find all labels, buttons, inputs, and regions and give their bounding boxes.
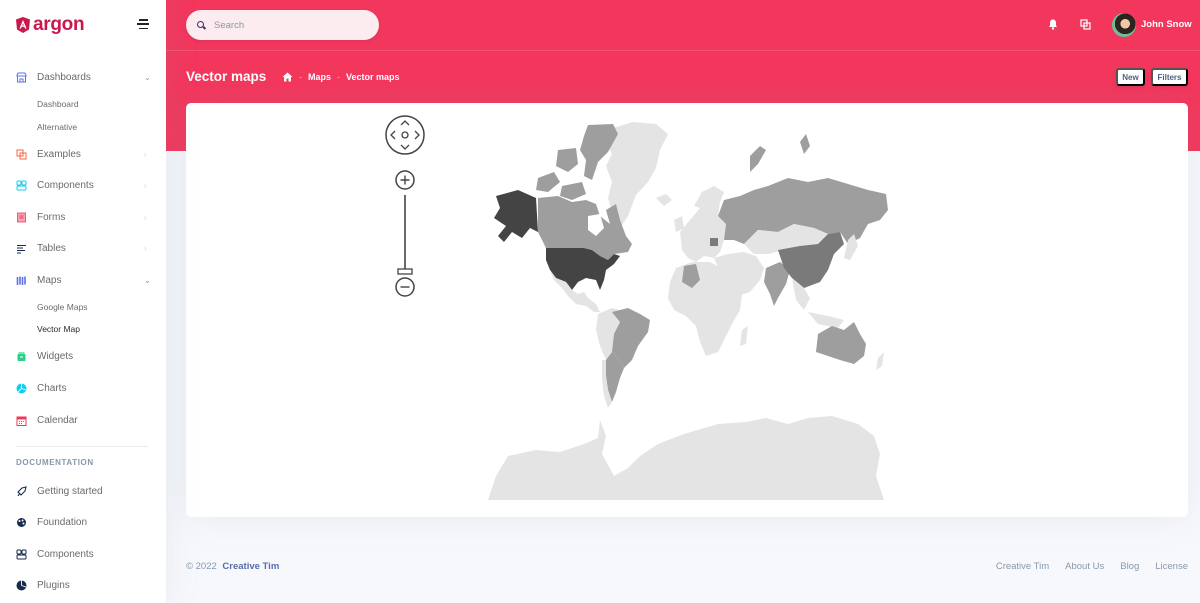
sidenav-toggle[interactable] [137,19,150,29]
sidebar-item-label: Components [37,179,94,191]
sidebar-item-label: Maps [37,274,62,286]
spaceship-icon [16,485,27,497]
new-button[interactable]: New [1116,68,1145,86]
page-title: Vector maps [186,69,267,84]
breadcrumb-separator: - [337,72,341,82]
footer-link-license[interactable]: License [1155,561,1188,572]
home-icon[interactable] [282,72,293,82]
footer-links: Creative Tim About Us Blog License [980,561,1188,572]
chevron-right-icon: › [144,180,147,190]
sidebar-item-label: Foundation [37,516,88,528]
sidebar-item-tables[interactable]: Tables › [0,237,166,259]
region-southeast-asia[interactable] [792,278,844,328]
breadcrumb-separator: - [299,72,302,82]
sidebar-item-label: Plugins [37,579,70,591]
map-pan-control[interactable] [385,115,425,155]
breadcrumb-vector-maps[interactable]: Vector maps [346,72,400,82]
region-novaya-zemlya[interactable] [750,134,810,172]
chart-pie-icon [16,383,27,394]
sidebar-item-label: Charts [37,382,67,394]
sidebar-item-label: Calendar [37,414,78,426]
angular-shield-icon [16,17,30,33]
sidebar-item-label: Widgets [37,350,74,362]
user-name[interactable]: John Snow [1141,19,1192,30]
align-left-icon [16,243,27,254]
sidebar-doc-components[interactable]: Components [0,543,166,565]
region-ukraine[interactable] [710,238,718,246]
documentation-heading: DOCUMENTATION [16,458,94,467]
sidebar-item-label: Tables [37,242,66,254]
chevron-right-icon: › [144,243,147,253]
region-madagascar[interactable] [740,326,748,346]
vector-map[interactable] [186,103,1188,517]
brand[interactable]: argon [16,14,85,36]
calendar-icon [16,415,27,426]
sidebar-item-label: Components [37,548,94,560]
sidebar-item-label: Getting started [37,485,103,497]
search-input[interactable] [214,19,364,31]
chevron-right-icon: › [144,149,147,159]
ui-04-icon [16,180,27,191]
footer-copyright: © 2022 Creative Tim [186,561,279,572]
zoom-in-button[interactable] [395,170,415,190]
zoom-out-button[interactable] [395,277,415,297]
navbar-divider [166,50,1200,51]
bell-icon[interactable] [1048,19,1058,30]
region-australia[interactable] [816,322,866,364]
zoom-slider-handle[interactable] [397,268,413,275]
region-antarctica[interactable] [488,416,884,500]
map-big-icon [16,275,27,286]
footer-link-creative-tim[interactable]: Creative Tim [996,561,1049,572]
vector-map-card [186,103,1188,517]
chevron-down-icon: ⌄ [144,72,151,82]
search-icon [197,20,206,30]
breadcrumb: - Maps - Vector maps [282,72,400,82]
sidebar-doc-getting-started[interactable]: Getting started [0,480,166,502]
region-iceland[interactable] [656,194,672,206]
sidebar-item-maps[interactable]: Maps ⌄ [0,269,166,291]
sidebar-item-forms[interactable]: Forms › [0,206,166,228]
single-copy-icon [16,212,27,223]
footer-link-blog[interactable]: Blog [1120,561,1139,572]
sidebar-item-dashboards[interactable]: Dashboards ⌄ [0,66,166,88]
filters-button[interactable]: Filters [1151,68,1188,86]
sidebar-item-components[interactable]: Components › [0,174,166,196]
region-new-zealand[interactable] [876,352,884,370]
sidebar: argon Dashboards ⌄ Dashboard Alternative… [0,0,166,603]
sidebar-item-label: Forms [37,211,66,223]
sidebar-subitem-google-maps[interactable]: Google Maps [37,302,88,312]
sidebar-subitem-alternative[interactable]: Alternative [37,122,77,132]
copy-icon[interactable] [1080,19,1091,30]
chevron-right-icon: › [144,212,147,222]
region-alaska[interactable] [494,190,538,242]
sidebar-doc-foundation[interactable]: Foundation [0,511,166,533]
world-map [488,122,888,500]
sidebar-doc-plugins[interactable]: Plugins [0,574,166,596]
chevron-down-icon: ⌄ [144,275,151,285]
brand-name: argon [33,14,85,35]
shop-icon [16,72,27,83]
chart-pie-icon [16,580,27,591]
sidebar-item-calendar[interactable]: Calendar [0,409,166,431]
region-canada-islands[interactable] [536,124,618,200]
palette-icon [16,517,27,528]
avatar[interactable] [1112,13,1136,37]
footer-link-about-us[interactable]: About Us [1065,561,1104,572]
footer-company-link[interactable]: Creative Tim [222,561,279,572]
sidebar-subitem-dashboard[interactable]: Dashboard [37,99,79,109]
sidebar-item-label: Dashboards [37,71,91,83]
sidebar-divider [16,446,148,447]
archive-icon [16,351,27,362]
breadcrumb-maps[interactable]: Maps [308,72,331,82]
region-europe[interactable] [680,200,726,262]
ungroup-icon [16,149,27,160]
sidebar-item-widgets[interactable]: Widgets [0,345,166,367]
sidebar-item-charts[interactable]: Charts [0,377,166,399]
sidebar-item-examples[interactable]: Examples › [0,143,166,165]
sidebar-item-label: Examples [37,148,81,160]
ui-04-icon [16,549,27,560]
sidebar-subitem-vector-map[interactable]: Vector Map [37,324,80,334]
copyright-text: © 2022 [186,561,217,572]
search-bar[interactable] [186,10,379,40]
